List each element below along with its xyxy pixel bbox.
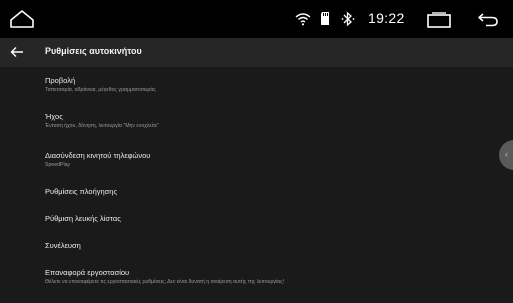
item-title: Διασύνδεση κινητού τηλεφώνου <box>45 151 151 160</box>
item-title: Ήχος <box>45 112 63 121</box>
app-toolbar: Ρυθμίσεις αυτοκινήτου <box>0 38 513 67</box>
settings-list: Προβολή Ταπετσαρία, αδράνεια, μέγεθος γρ… <box>0 67 513 303</box>
item-title: Συνέλευση <box>45 241 81 250</box>
item-subtitle: Θέλετε να επαναφέρετε τις εργοστασιακές … <box>45 279 285 285</box>
settings-item-sound[interactable]: Ήχος Ένταση ήχου, δόνηση, λειτουργία "Μη… <box>45 112 159 129</box>
settings-item-assembly[interactable]: Συνέλευση <box>45 241 81 250</box>
item-title: Ρύθμιση λευκής λίστας <box>45 214 121 223</box>
item-title: Επαναφορά εργοστασίου <box>45 268 130 277</box>
item-subtitle: Ένταση ήχου, δόνηση, λειτουργία "Μην ενο… <box>45 123 160 129</box>
item-subtitle: Ταπετσαρία, αδράνεια, μέγεθος γραμματοσε… <box>45 87 156 93</box>
back-icon[interactable] <box>477 11 499 27</box>
chevron-left-icon: ‹ <box>505 149 508 159</box>
page-title: Ρυθμίσεις αυτοκινήτου <box>45 46 142 56</box>
settings-item-factory-reset[interactable]: Επαναφορά εργοστασίου Θέλετε να επαναφέρ… <box>45 268 284 285</box>
status-bar: 19:22 <box>0 0 513 38</box>
settings-item-phone-link[interactable]: Διασύνδεση κινητού τηλεφώνου SpeedPlay <box>45 151 150 168</box>
wifi-icon <box>295 13 311 26</box>
arrow-left-icon[interactable] <box>10 46 24 58</box>
home-icon[interactable] <box>9 9 35 29</box>
sd-card-icon <box>321 12 329 25</box>
settings-item-whitelist[interactable]: Ρύθμιση λευκής λίστας <box>45 214 121 223</box>
recents-icon[interactable] <box>426 12 452 28</box>
item-title: Ρυθμίσεις πλοήγησης <box>45 187 118 196</box>
settings-item-display[interactable]: Προβολή Ταπετσαρία, αδράνεια, μέγεθος γρ… <box>45 76 156 93</box>
item-title: Προβολή <box>45 76 76 85</box>
bluetooth-icon <box>341 11 355 27</box>
clock: 19:22 <box>368 10 405 26</box>
item-subtitle: SpeedPlay <box>45 162 71 168</box>
settings-item-navigation[interactable]: Ρυθμίσεις πλοήγησης <box>45 187 117 196</box>
